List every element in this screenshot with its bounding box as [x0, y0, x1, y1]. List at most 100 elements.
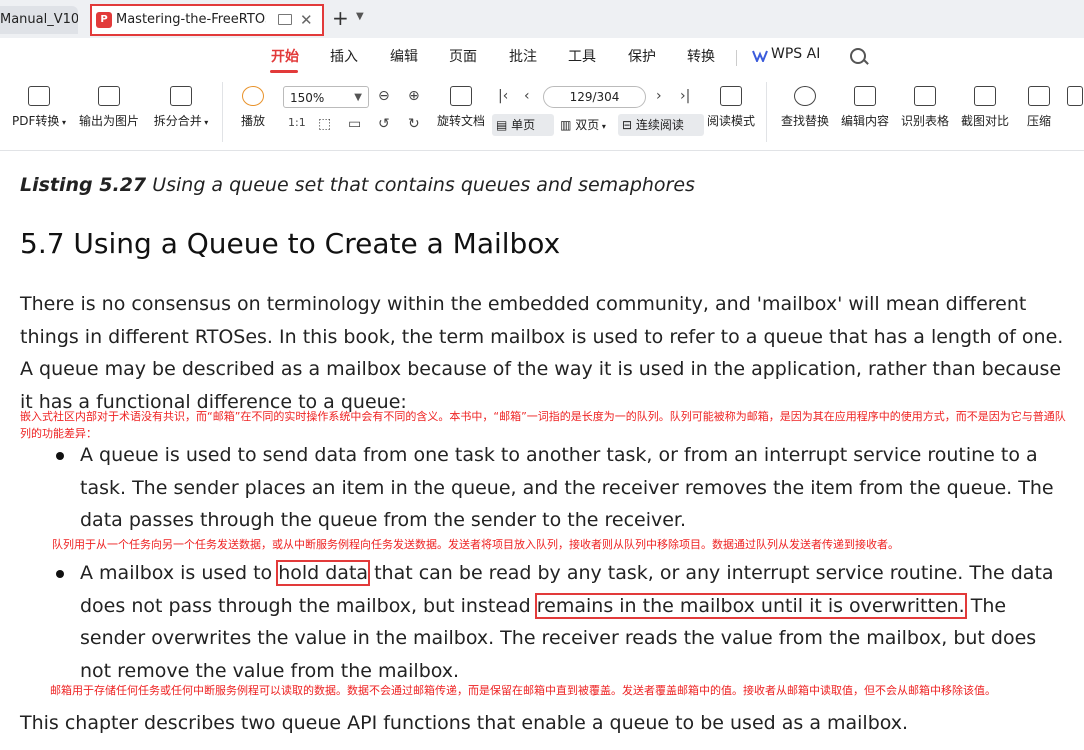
pdf-convert-icon [28, 86, 50, 106]
bullet-point [56, 570, 64, 578]
monitor-icon[interactable] [278, 14, 292, 25]
tab-bar: Manual_V10 P Mastering-the-FreeRTOS-R ✕ … [0, 0, 1084, 38]
next-page-icon[interactable]: › [656, 88, 662, 104]
tab-mastering-freertos[interactable]: P Mastering-the-FreeRTOS-R ✕ [90, 4, 324, 36]
reading-mode-button[interactable]: 阅读模式 [706, 86, 756, 129]
menu-page[interactable]: 页面 [449, 46, 477, 66]
intro-paragraph: There is no consensus on terminology wit… [20, 293, 1064, 413]
tab-manual[interactable]: Manual_V10 [0, 6, 78, 34]
single-page-icon: ▤ [496, 118, 508, 132]
menu-wps-ai[interactable]: WPS AI [771, 46, 820, 62]
rotate-doc-icon [450, 86, 472, 106]
double-page-label: 双页 [575, 118, 600, 132]
translation-note-3: 邮箱用于存储任何任务或任何中断服务例程可以读取的数据。数据不会通过邮箱传递，而是… [50, 684, 996, 697]
rotate-doc-label: 旋转文档 [436, 114, 485, 128]
chevron-down-icon[interactable]: ▼ [356, 11, 364, 22]
rotate-doc-button[interactable]: 旋转文档 [436, 86, 486, 129]
play-label: 播放 [240, 114, 265, 128]
search-icon [794, 86, 816, 106]
continuous-label: 连续阅读 [635, 118, 684, 132]
double-page-button[interactable]: ▥ 双页 ▾ [554, 116, 612, 133]
first-page-icon[interactable]: |‹ [498, 88, 508, 104]
pdf-icon: P [96, 12, 112, 28]
menu-insert[interactable]: 插入 [330, 46, 358, 66]
active-menu-indicator [270, 70, 298, 73]
table-icon [914, 86, 936, 106]
pdf-convert-label: PDF转换 [12, 114, 60, 128]
menu-tools[interactable]: 工具 [568, 46, 596, 66]
edit-icon [854, 86, 876, 106]
image-export-icon [98, 86, 120, 106]
zoom-select[interactable]: 150% ▼ [283, 86, 369, 108]
zoom-in-icon[interactable]: ⊕ [408, 88, 420, 104]
close-icon[interactable]: ✕ [300, 6, 313, 34]
more-tools-button[interactable] [1066, 86, 1084, 112]
rotate-right-icon[interactable]: ↻ [408, 116, 420, 132]
pdf-convert-button[interactable]: PDF转换 ▾ [10, 86, 68, 129]
section-heading: 5.7 Using a Queue to Create a Mailbox [20, 227, 561, 260]
listing-caption: Listing 5.27 Using a queue set that cont… [20, 174, 695, 196]
divider [736, 50, 737, 66]
document-page: Listing 5.27 Using a queue set that cont… [0, 151, 1084, 750]
rotate-left-icon[interactable]: ↺ [378, 116, 390, 132]
chevron-down-icon: ▼ [354, 92, 362, 103]
prev-page-icon[interactable]: ‹ [524, 88, 530, 104]
recognize-table-label: 识别表格 [900, 114, 949, 128]
split-merge-label: 拆分合并 [153, 114, 202, 128]
single-page-button[interactable]: ▤ 单页 [492, 114, 554, 136]
ribbon-toolbar: PDF转换 ▾ 输出为图片 拆分合并 ▾ 播放 150% ▼ ⊖ ⊕ 1:1 ⬚… [0, 74, 1084, 151]
separator [222, 82, 223, 142]
continuous-reading-button[interactable]: ⊟ 连续阅读 [618, 114, 704, 136]
highlight-box: hold data [276, 560, 371, 586]
export-image-button[interactable]: 输出为图片 [78, 86, 140, 129]
zoom-out-icon[interactable]: ⊖ [378, 88, 390, 104]
continuous-icon: ⊟ [622, 118, 633, 132]
bullet-mailbox-text: A mailbox is used to [80, 562, 279, 584]
menu-start[interactable]: 开始 [271, 46, 299, 66]
split-merge-icon [170, 86, 192, 106]
bullet-mailbox: A mailbox is used to hold data that can … [80, 557, 1060, 687]
last-page-icon[interactable]: ›| [680, 88, 690, 104]
highlight-box: remains in the mailbox until it is overw… [534, 592, 967, 619]
listing-title: Using a queue set that contains queues a… [146, 174, 695, 196]
compress-icon [1028, 86, 1050, 106]
separator [766, 82, 767, 142]
export-image-label: 输出为图片 [78, 114, 139, 128]
bullet-point [56, 452, 64, 460]
compress-button[interactable]: 压缩 [1022, 86, 1056, 129]
tab-title: Mastering-the-FreeRTOS-R [116, 12, 266, 27]
fit-page-icon[interactable]: ⬚ [318, 116, 331, 132]
bullet-queue: A queue is used to send data from one ta… [80, 444, 1054, 531]
new-tab-button[interactable]: + [332, 6, 349, 30]
single-page-label: 单页 [511, 118, 536, 132]
listing-number: Listing 5.27 [20, 174, 147, 196]
split-merge-button[interactable]: 拆分合并 ▾ [150, 86, 212, 129]
find-replace-label: 查找替换 [780, 114, 829, 128]
menu-edit[interactable]: 编辑 [390, 46, 418, 66]
search-icon[interactable] [850, 48, 866, 64]
find-replace-button[interactable]: 查找替换 [778, 86, 832, 129]
recognize-table-button[interactable]: 识别表格 [898, 86, 952, 129]
translation-note-2: 队列用于从一个任务向另一个任务发送数据，或从中断服务例程向任务发送数据。发送者将… [52, 538, 899, 551]
closing-paragraph: This chapter describes two queue API fun… [20, 712, 909, 734]
menu-convert[interactable]: 转换 [687, 46, 715, 66]
play-icon [242, 86, 264, 106]
translation-note-1: 嵌入式社区内部对于术语没有共识，而“邮箱”在不同的实时操作系统中会有不同的含义。… [20, 410, 1066, 440]
actual-size-icon[interactable]: 1:1 [288, 116, 306, 129]
reading-mode-label: 阅读模式 [706, 114, 755, 128]
menu-protect[interactable]: 保护 [628, 46, 656, 66]
play-button[interactable]: 播放 [238, 86, 268, 129]
more-icon [1067, 86, 1083, 106]
edit-content-label: 编辑内容 [840, 114, 889, 128]
edit-content-button[interactable]: 编辑内容 [838, 86, 892, 129]
menu-bar: 开始 插入 编辑 页面 批注 工具 保护 转换 WPS AI [0, 38, 1084, 74]
screenshot-compare-button[interactable]: 截图对比 [958, 86, 1012, 129]
zoom-value: 150% [290, 91, 325, 105]
fit-width-icon[interactable]: ▭ [348, 116, 361, 132]
wps-ai-icon [752, 50, 768, 62]
double-page-icon: ▥ [560, 118, 572, 132]
page-number-input[interactable]: 129/304 [543, 86, 646, 108]
book-icon [720, 86, 742, 106]
compress-label: 压缩 [1026, 114, 1051, 128]
menu-annotate[interactable]: 批注 [509, 46, 537, 66]
